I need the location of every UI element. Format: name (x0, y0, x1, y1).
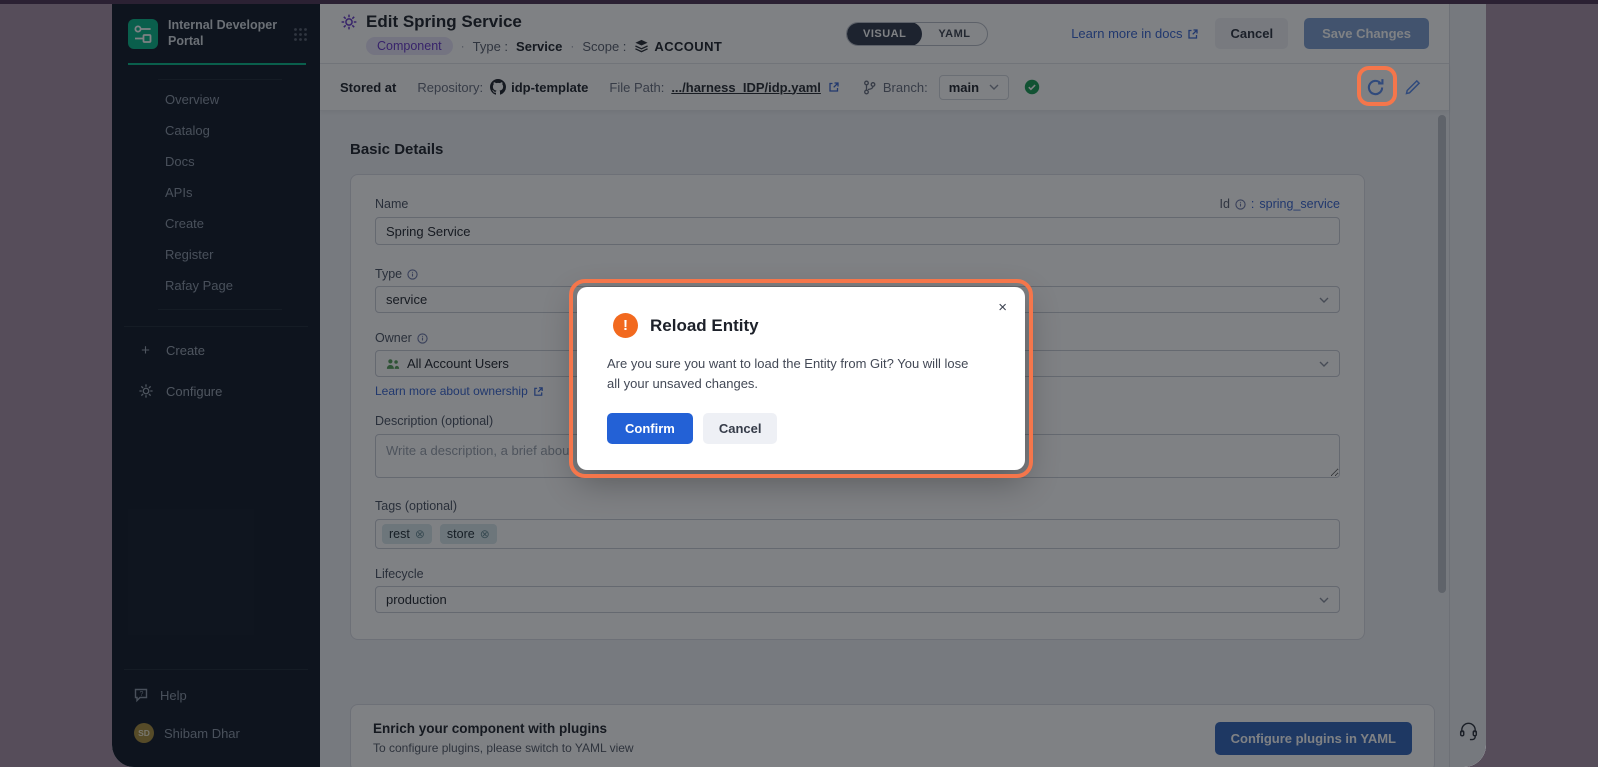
reload-entity-modal: × ! Reload Entity Are you sure you want … (577, 287, 1025, 470)
modal-cancel-button[interactable]: Cancel (703, 413, 778, 444)
warning-icon: ! (613, 313, 638, 338)
modal-body-text: Are you sure you want to load the Entity… (607, 354, 995, 393)
page: Internal Developer Portal Overview Catal… (0, 0, 1598, 767)
close-icon[interactable]: × (998, 299, 1007, 316)
modal-title: Reload Entity (650, 316, 759, 336)
confirm-button[interactable]: Confirm (607, 413, 693, 444)
